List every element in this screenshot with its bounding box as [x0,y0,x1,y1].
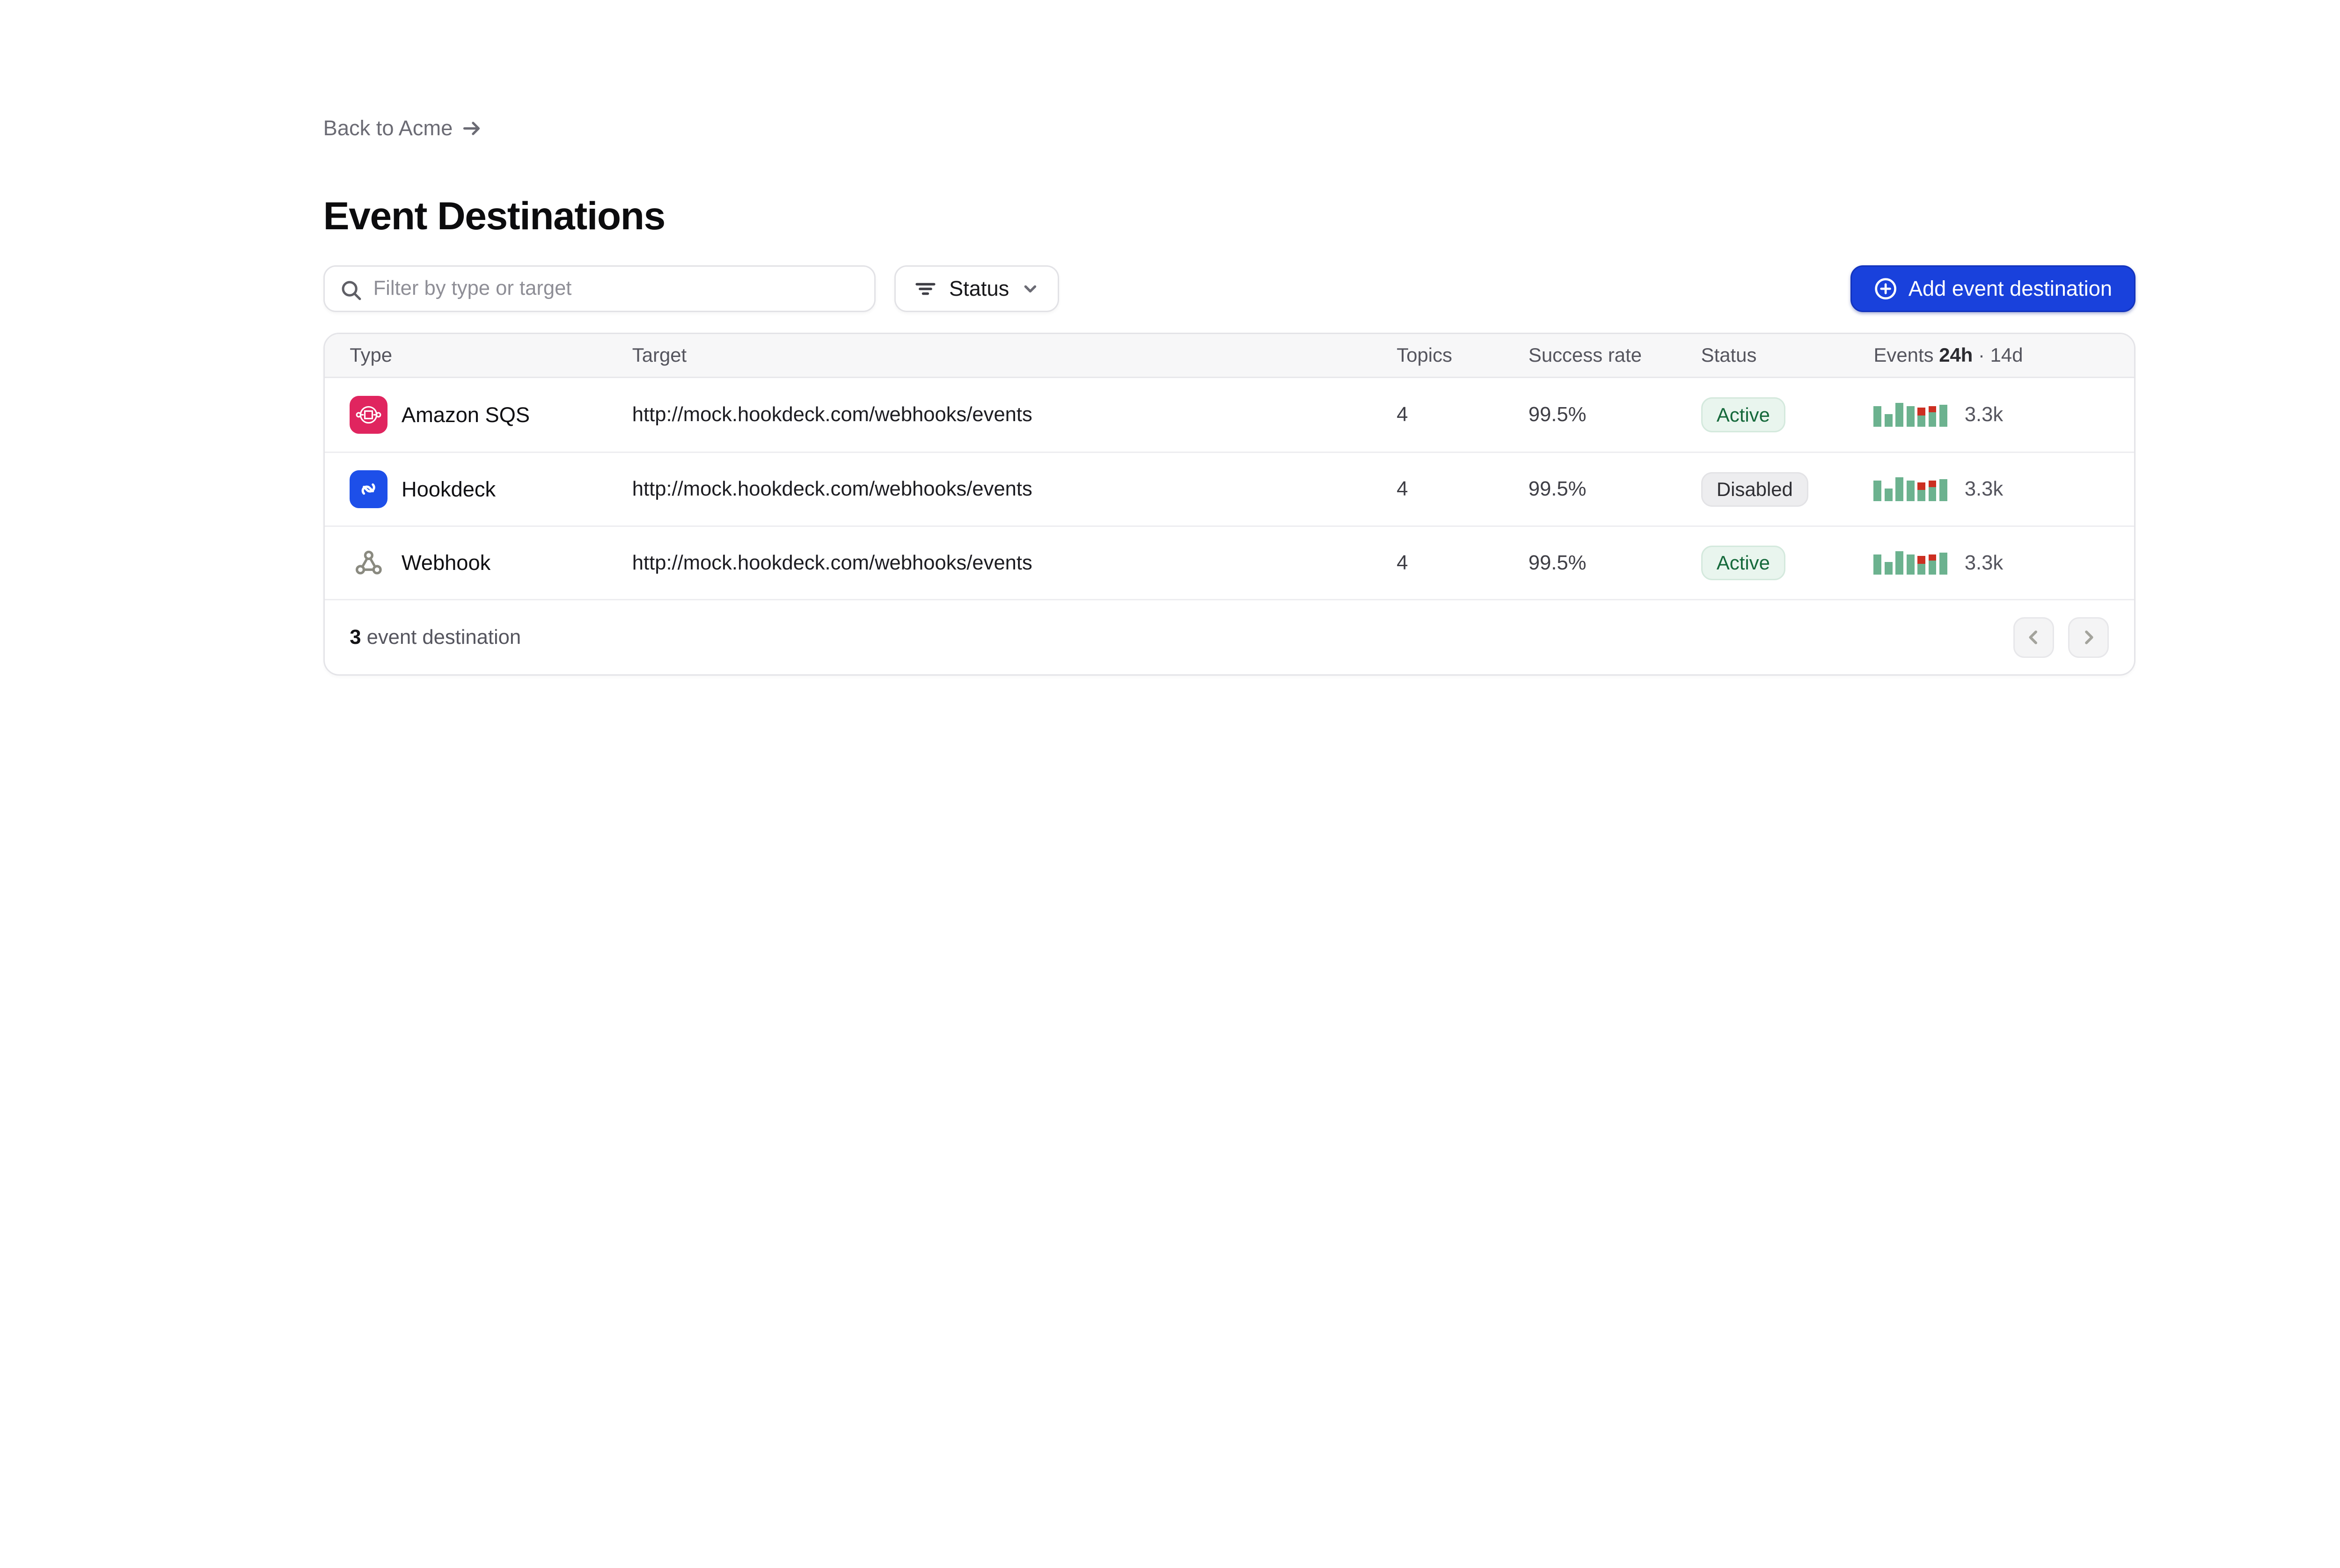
topics-count: 4 [1397,552,1528,575]
success-rate-value: 99.5% [1528,403,1701,426]
table-header-row: Type Target Topics Success rate Status E… [325,334,2134,378]
event-destinations-table: Type Target Topics Success rate Status E… [323,333,2135,676]
status-badge: Disabled [1701,472,1808,507]
topics-count: 4 [1397,478,1528,501]
status-badge: Active [1701,546,1785,580]
chevron-left-icon [2024,628,2043,647]
arrow-right-icon [461,117,483,139]
events-count: 3.3k [1965,403,2003,426]
hookdeck-icon [350,470,387,508]
table-row-hookdeck[interactable]: Hookdeck http://mock.hookdeck.com/webhoo… [325,452,2134,525]
column-header-status: Status [1701,344,1874,366]
status-filter-label: Status [949,277,1009,301]
toolbar: Status Add event destination [323,265,2135,313]
destination-type-label: Hookdeck [402,477,496,502]
table-row-webhook[interactable]: Webhook http://mock.hookdeck.com/webhook… [325,525,2134,599]
next-page-button[interactable] [2068,617,2109,658]
events-sparkline-chart [1873,551,1947,575]
destination-type-label: Webhook [402,551,490,575]
success-rate-value: 99.5% [1528,478,1701,501]
back-link-label: Back to Acme [323,116,453,140]
topics-count: 4 [1397,403,1528,426]
chevron-right-icon [2079,628,2098,647]
webhook-icon [350,544,387,582]
table-footer: 3 event destination [325,599,2134,674]
column-header-type: Type [350,344,632,366]
search-icon [340,279,362,301]
table-row-amazon-sqs[interactable]: Amazon SQS http://mock.hookdeck.com/webh… [325,378,2134,452]
filter-input[interactable] [325,267,874,311]
status-filter-button[interactable]: Status [894,265,1059,313]
pagination [2013,617,2109,658]
chevron-down-icon [1022,280,1039,298]
destination-type-label: Amazon SQS [402,403,530,427]
column-header-success-rate: Success rate [1528,344,1701,366]
column-header-topics: Topics [1397,344,1528,366]
plus-circle-icon [1874,277,1897,300]
destination-target-url: http://mock.hookdeck.com/webhooks/events [632,403,1397,426]
column-header-events: Events 24h · 14d [1873,344,2109,366]
events-sparkline-chart [1873,477,1947,501]
status-badge: Active [1701,397,1785,432]
amazon-sqs-icon [350,396,387,433]
add-button-label: Add event destination [1909,277,2112,301]
column-header-target: Target [632,344,1397,366]
success-rate-value: 99.5% [1528,552,1701,575]
filter-search-box [323,265,876,313]
previous-page-button[interactable] [2013,617,2054,658]
add-event-destination-button[interactable]: Add event destination [1850,265,2135,313]
page-title: Event Destinations [323,193,2135,239]
destination-target-url: http://mock.hookdeck.com/webhooks/events [632,552,1397,575]
events-sparkline-chart [1873,403,1947,426]
event-destinations-page: Back to Acme Event Destinations Status A… [323,0,2135,676]
events-count: 3.3k [1965,552,2003,575]
events-count: 3.3k [1965,478,2003,501]
row-count-label: 3 event destination [350,626,521,649]
back-to-acme-link[interactable]: Back to Acme [323,116,483,140]
destination-target-url: http://mock.hookdeck.com/webhooks/events [632,478,1397,501]
filter-lines-icon [914,278,936,300]
